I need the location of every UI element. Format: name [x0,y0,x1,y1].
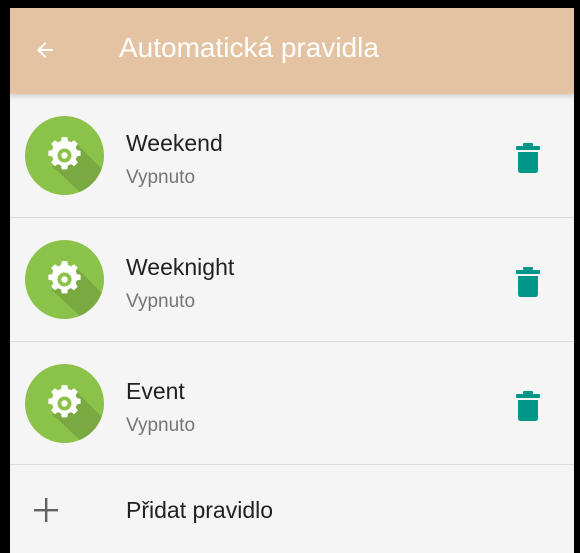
add-rule-button[interactable]: Přidat pravidlo [10,465,574,553]
add-rule-label: Přidat pravidlo [126,497,274,523]
arrow-left-icon [37,42,53,58]
rule-avatar [25,240,104,319]
trash-icon [516,143,540,173]
rule-status: Vypnuto [126,291,196,312]
gear-icon [48,385,104,443]
plus-icon [34,498,58,522]
rule-name: Event [126,378,185,404]
app-bar: Automatická pravidla [10,8,574,94]
page-title: Automatická pravidla [119,32,379,63]
rule-item-event[interactable]: Event Vypnuto [10,342,574,465]
rule-status: Vypnuto [126,415,196,436]
rule-name: Weekend [126,130,223,156]
rule-name: Weeknight [126,254,235,280]
rule-item-weeknight[interactable]: Weeknight Vypnuto [10,218,574,341]
gear-icon [48,137,104,195]
delete-rule-button[interactable] [507,260,549,302]
rule-item-weekend[interactable]: Weekend Vypnuto [10,94,574,217]
rule-avatar [25,364,104,443]
delete-rule-button[interactable] [507,384,549,426]
rule-avatar [25,116,104,195]
app-screen: Automatická pravidla Weekend Vypnuto Wee… [10,8,574,553]
delete-rule-button[interactable] [507,136,549,178]
trash-icon [516,267,540,297]
back-button[interactable] [22,27,68,73]
gear-icon [48,261,104,319]
rule-status: Vypnuto [126,167,196,188]
trash-icon [516,391,540,421]
